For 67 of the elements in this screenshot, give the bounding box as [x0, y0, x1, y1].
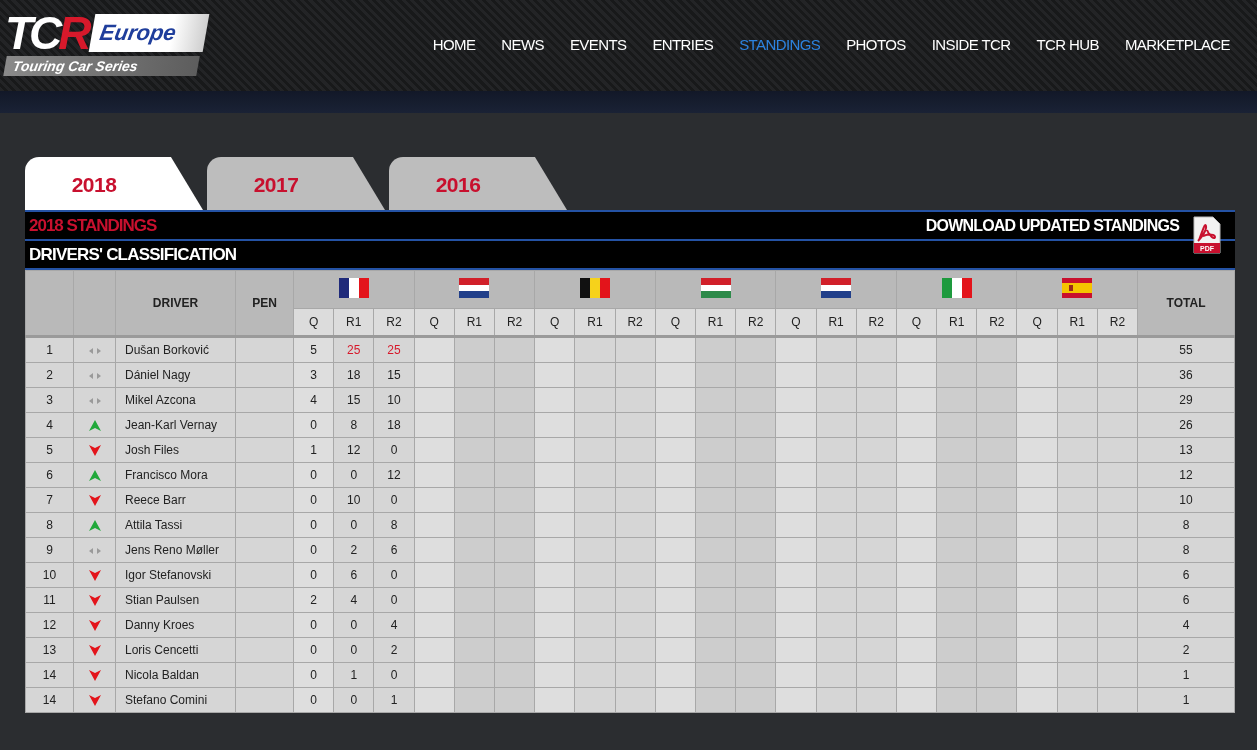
column-header: PEN: [235, 270, 294, 337]
nav-link[interactable]: HOME: [419, 36, 489, 53]
position-cell: 14: [25, 662, 74, 688]
position-cell: 11: [25, 587, 74, 613]
driver-name: Mikel Azcona: [115, 387, 236, 413]
position-cell: 9: [25, 537, 74, 563]
nav-link[interactable]: EVENTS: [556, 36, 640, 53]
position-cell: 10: [25, 562, 74, 588]
driver-name: Nicola Baldan: [115, 662, 236, 688]
total-cell: 8: [1137, 537, 1235, 563]
driver-name: Attila Tassi: [115, 512, 236, 538]
total-cell: 6: [1137, 562, 1235, 588]
nav-link[interactable]: PHOTOS: [833, 36, 919, 53]
driver-name: Danny Kroes: [115, 612, 236, 638]
logo-tagline: Touring Car Series: [3, 56, 200, 76]
position-cell: 3: [25, 387, 74, 413]
driver-name: Francisco Mora: [115, 462, 236, 488]
download-link[interactable]: DOWNLOAD UPDATED STANDINGS: [925, 216, 1179, 235]
driver-name: Stian Paulsen: [115, 587, 236, 613]
driver-name: Jens Reno Møller: [115, 537, 236, 563]
score-cell: 25: [373, 336, 415, 363]
nav-link[interactable]: ENTRIES: [639, 36, 727, 53]
position-cell: 14: [25, 687, 74, 713]
position-cell: 12: [25, 612, 74, 638]
nav-link[interactable]: NEWS: [488, 36, 557, 53]
total-cell: 10: [1137, 487, 1235, 513]
year-tab[interactable]: 2018: [25, 157, 203, 210]
nav-link[interactable]: INSIDE TCR: [918, 36, 1024, 53]
position-cell: 13: [25, 637, 74, 663]
position-cell: 1: [25, 336, 74, 363]
position-cell: 2: [25, 362, 74, 388]
total-cell: 29: [1137, 387, 1235, 413]
total-cell: 1: [1137, 662, 1235, 688]
driver-name: Reece Barr: [115, 487, 236, 513]
driver-name: Igor Stefanovski: [115, 562, 236, 588]
total-cell: 26: [1137, 412, 1235, 438]
nav-link[interactable]: TCR HUB: [1023, 36, 1112, 53]
total-cell: 36: [1137, 362, 1235, 388]
driver-name: Stefano Comini: [115, 687, 236, 713]
position-cell: 6: [25, 462, 74, 488]
position-cell: 8: [25, 512, 74, 538]
column-header: DRIVER: [115, 270, 236, 337]
driver-name: Dušan Borković: [115, 336, 236, 363]
total-cell: 55: [1137, 336, 1235, 363]
logo-badge: Europe: [88, 14, 209, 52]
position-cell: 7: [25, 487, 74, 513]
total-cell: 4: [1137, 612, 1235, 638]
nav-link[interactable]: MARKETPLACE: [1111, 36, 1243, 53]
total-cell: 1: [1137, 687, 1235, 713]
nav-link[interactable]: STANDINGS: [726, 36, 834, 53]
total-cell: 13: [1137, 437, 1235, 463]
logo-wordmark: TCR: [5, 10, 88, 56]
total-cell: 12: [1137, 462, 1235, 488]
driver-name: Jean-Karl Vernay: [115, 412, 236, 438]
total-cell: 2: [1137, 637, 1235, 663]
section-title: DRIVERS' CLASSIFICATION: [29, 244, 237, 265]
column-header: TOTAL: [1137, 270, 1235, 337]
total-cell: 8: [1137, 512, 1235, 538]
driver-name: Josh Files: [115, 437, 236, 463]
driver-name: Dániel Nagy: [115, 362, 236, 388]
score-cell: 25: [333, 336, 374, 363]
total-cell: 6: [1137, 587, 1235, 613]
position-cell: 4: [25, 412, 74, 438]
score-cell: 5: [293, 336, 334, 363]
section-title: 2018 STANDINGS: [29, 215, 157, 236]
position-cell: 5: [25, 437, 74, 463]
driver-name: Loris Cencetti: [115, 637, 236, 663]
